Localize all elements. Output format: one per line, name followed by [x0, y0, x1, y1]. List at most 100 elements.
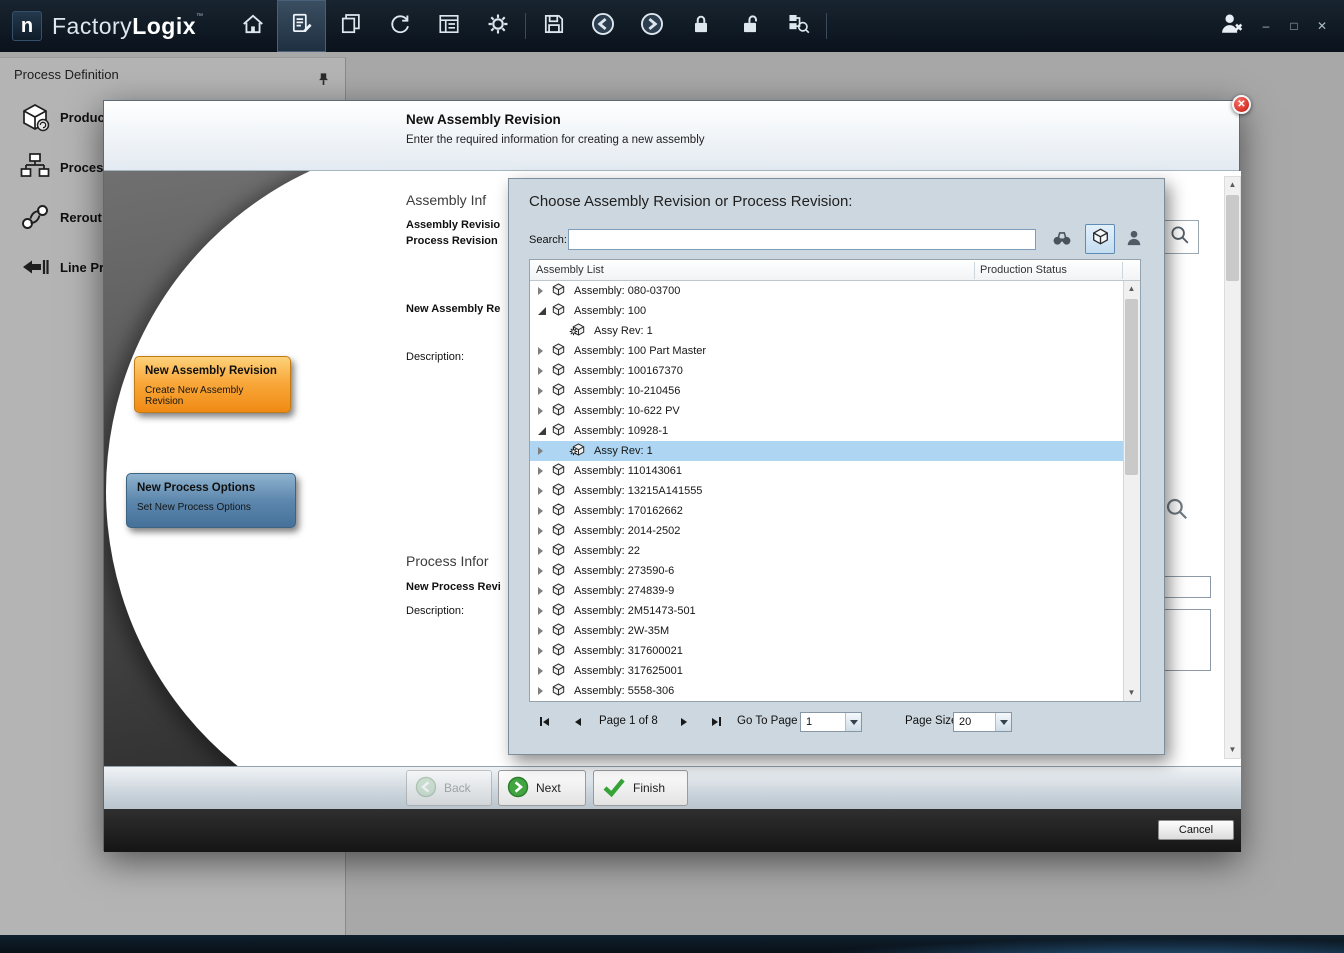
scroll-up-icon[interactable]: ▲	[1124, 281, 1139, 297]
expand-arrow-icon[interactable]	[538, 627, 543, 635]
wizard-scrollbar[interactable]: ▲ ▼	[1224, 176, 1241, 759]
minimize-button[interactable]: –	[1258, 19, 1274, 33]
home-button[interactable]	[228, 0, 277, 52]
previous-page-button[interactable]	[569, 714, 587, 729]
step-title: New Assembly Revision	[145, 365, 280, 377]
binoculars-button[interactable]	[1049, 227, 1075, 253]
page-size-select[interactable]: 20	[953, 712, 1012, 732]
tree-row-assembly[interactable]: Assembly: 2014-2502	[530, 521, 1123, 541]
expand-arrow-icon[interactable]	[538, 607, 543, 615]
unlock-button[interactable]	[725, 0, 774, 52]
expand-arrow-icon[interactable]	[538, 687, 543, 695]
scroll-down-icon[interactable]: ▼	[1124, 685, 1139, 701]
collapse-arrow-icon[interactable]	[538, 427, 546, 435]
tree-row-assembly[interactable]: Assembly: 100	[530, 301, 1123, 321]
step-new-process-options[interactable]: New Process Options Set New Process Opti…	[126, 473, 296, 528]
unlock-icon	[738, 12, 762, 41]
expand-arrow-icon[interactable]	[538, 367, 543, 375]
expand-arrow-icon[interactable]	[538, 467, 543, 475]
reports-button[interactable]	[424, 0, 473, 52]
step-new-assembly-revision[interactable]: New Assembly Revision Create New Assembl…	[134, 356, 291, 413]
maximize-button[interactable]: □	[1286, 19, 1302, 33]
back-button[interactable]: Back	[406, 770, 492, 806]
lock-icon	[689, 12, 713, 41]
dialog-close-button[interactable]: ✕	[1232, 95, 1251, 114]
finish-button[interactable]: Finish	[593, 770, 688, 806]
expand-arrow-icon[interactable]	[538, 407, 543, 415]
search-input[interactable]	[568, 229, 1036, 250]
close-window-button[interactable]: ✕	[1314, 19, 1330, 33]
person-view-button[interactable]	[1121, 227, 1147, 253]
navigate-back-button[interactable]	[578, 0, 627, 52]
tree-row-assembly[interactable]: Assembly: 10928-1	[530, 421, 1123, 441]
tree-row-assembly[interactable]: Assembly: 100 Part Master	[530, 341, 1123, 361]
process-search-icon[interactable]	[1164, 496, 1190, 527]
process-definition-button[interactable]	[277, 0, 326, 52]
first-page-button[interactable]	[535, 714, 553, 729]
assembly-view-toggle[interactable]	[1085, 224, 1115, 254]
product-icon	[18, 100, 52, 134]
lock-button[interactable]	[676, 0, 725, 52]
tree-row-revision[interactable]: Assy Rev: 1	[530, 321, 1123, 341]
expand-arrow-icon[interactable]	[538, 527, 543, 535]
dialog-cancel-button[interactable]: Cancel	[1158, 820, 1234, 840]
tree-row-revision[interactable]: Assy Rev: 1	[530, 441, 1123, 461]
expand-arrow-icon[interactable]	[538, 347, 543, 355]
assembly-icon	[552, 623, 569, 639]
documents-button[interactable]	[326, 0, 375, 52]
expand-arrow-icon[interactable]	[538, 487, 543, 495]
tree-row-assembly[interactable]: Assembly: 274839-9	[530, 581, 1123, 601]
tree-row-assembly[interactable]: Assembly: 2M51473-501	[530, 601, 1123, 621]
expand-arrow-icon[interactable]	[538, 447, 543, 455]
tree-row-assembly[interactable]: Assembly: 5558-306	[530, 681, 1123, 701]
pin-icon[interactable]	[316, 66, 331, 100]
list-scrollbar[interactable]: ▲ ▼	[1123, 281, 1140, 701]
expand-arrow-icon[interactable]	[538, 647, 543, 655]
tree-row-assembly[interactable]: Assembly: 13215A141555	[530, 481, 1123, 501]
sync-button[interactable]	[375, 0, 424, 52]
tree-row-assembly[interactable]: Assembly: 317600021	[530, 641, 1123, 661]
scrollbar-thumb[interactable]	[1125, 299, 1138, 475]
tree-row-assembly[interactable]: Assembly: 273590-6	[530, 561, 1123, 581]
assembly-search-button[interactable]	[1161, 220, 1199, 254]
expand-arrow-icon[interactable]	[538, 547, 543, 555]
expand-arrow-icon[interactable]	[538, 567, 543, 575]
column-divider[interactable]	[1122, 262, 1123, 279]
goto-page-select[interactable]: 1	[800, 712, 862, 732]
user-logout-button[interactable]	[1218, 10, 1246, 43]
scrollbar-thumb[interactable]	[1226, 195, 1239, 281]
sync-icon	[388, 12, 412, 41]
tree-row-assembly[interactable]: Assembly: 110143061	[530, 461, 1123, 481]
expand-arrow-icon[interactable]	[538, 507, 543, 515]
tree-row-assembly[interactable]: Assembly: 10-210456	[530, 381, 1123, 401]
tree-row-assembly[interactable]: Assembly: 170162662	[530, 501, 1123, 521]
expand-arrow-icon[interactable]	[538, 387, 543, 395]
last-page-button[interactable]	[707, 714, 725, 729]
next-page-button[interactable]	[675, 714, 693, 729]
collapse-arrow-icon[interactable]	[538, 307, 546, 315]
save-button[interactable]	[529, 0, 578, 52]
expand-arrow-icon[interactable]	[538, 587, 543, 595]
next-button[interactable]: Next	[498, 770, 586, 806]
tree-row-assembly[interactable]: Assembly: 100167370	[530, 361, 1123, 381]
settings-button[interactable]	[473, 0, 522, 52]
expand-arrow-icon[interactable]	[538, 667, 543, 675]
tree-row-label: Assembly: 22	[574, 545, 640, 557]
sidebar-item-label: Proces	[60, 160, 103, 175]
assembly-icon	[552, 603, 569, 619]
page-size-label: Page Size	[905, 715, 957, 727]
column-divider[interactable]	[974, 262, 975, 279]
column-assembly-list[interactable]: Assembly List	[536, 264, 604, 276]
tree-row-assembly[interactable]: Assembly: 10-622 PV	[530, 401, 1123, 421]
navigate-forward-button[interactable]	[627, 0, 676, 52]
tree-row-assembly[interactable]: Assembly: 2W-35M	[530, 621, 1123, 641]
scroll-up-icon[interactable]: ▲	[1225, 177, 1240, 193]
scroll-down-icon[interactable]: ▼	[1225, 742, 1240, 758]
tree-row-assembly[interactable]: Assembly: 317625001	[530, 661, 1123, 681]
assembly-icon	[552, 283, 569, 299]
tree-row-assembly[interactable]: Assembly: 080-03700	[530, 281, 1123, 301]
tree-row-assembly[interactable]: Assembly: 22	[530, 541, 1123, 561]
expand-arrow-icon[interactable]	[538, 287, 543, 295]
hierarchy-search-button[interactable]	[774, 0, 823, 52]
column-production-status[interactable]: Production Status	[980, 264, 1067, 276]
